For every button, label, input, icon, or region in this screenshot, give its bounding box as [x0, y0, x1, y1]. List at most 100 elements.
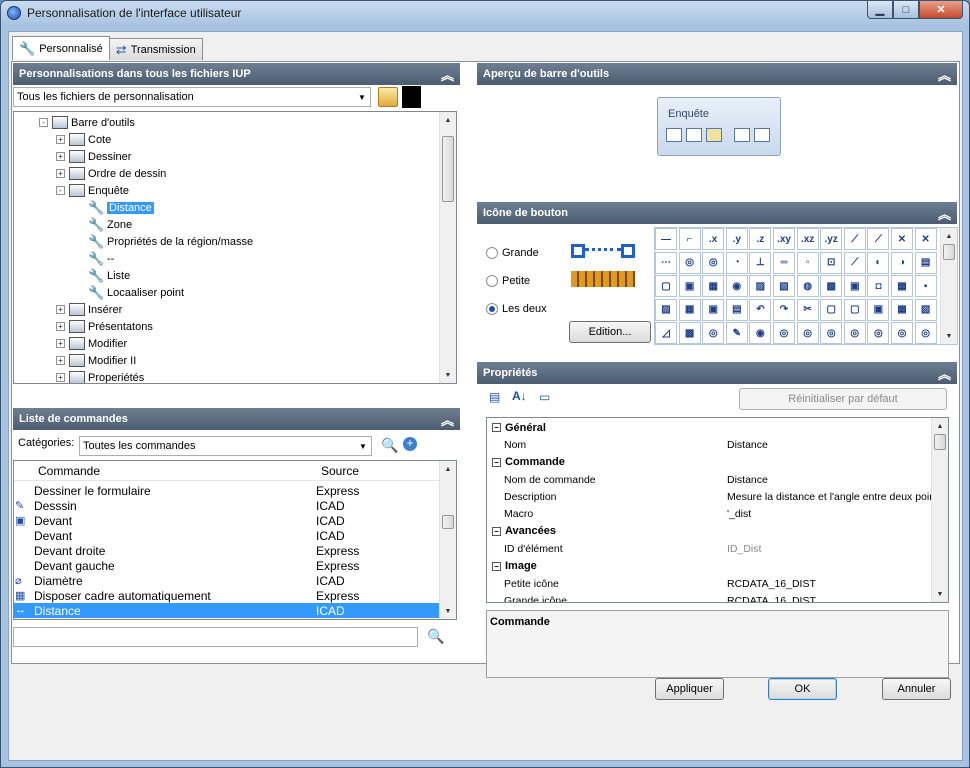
toolbar-icon[interactable]: ▫ — [796, 251, 819, 274]
toolbar-icon[interactable]: ◎ — [702, 322, 725, 344]
tree-item[interactable]: + Modifier — [56, 335, 127, 352]
toolbar-icon[interactable]: ◎ — [678, 251, 701, 274]
coordinate-filter-icon[interactable]: .x — [702, 228, 725, 250]
radio-both[interactable]: Les deux — [486, 303, 547, 315]
scroll-up-icon[interactable]: ▲ — [440, 112, 456, 128]
coordinate-filter-icon[interactable]: .xy — [773, 228, 795, 250]
categorized-view-icon[interactable]: ▤ — [489, 390, 500, 404]
properties-header[interactable]: Propriétés ︽ — [477, 362, 957, 384]
scroll-thumb[interactable] — [943, 244, 955, 260]
toolbar-icon[interactable]: ▩ — [820, 275, 843, 298]
property-grid-scrollbar[interactable]: ▲ ▼ — [931, 418, 948, 602]
collapse-chevron-icon[interactable]: ︽ — [441, 65, 454, 84]
scroll-up-icon[interactable]: ▲ — [941, 228, 957, 244]
toolbar-icon[interactable]: ▧ — [914, 298, 937, 321]
collapse-icon[interactable]: - — [39, 118, 48, 127]
scroll-up-icon[interactable]: ▲ — [440, 461, 456, 477]
command-row[interactable]: ✎ Desssin ICAD — [14, 498, 442, 513]
categories-combo[interactable]: Toutes les commandes ▼ — [79, 436, 372, 456]
toolbar-icon[interactable]: ↶ — [749, 298, 772, 321]
collapse-icon[interactable]: - — [56, 186, 65, 195]
property-value[interactable]: Mesure la distance et l'angle entre deux… — [727, 491, 938, 503]
line-icon[interactable]: — — [655, 228, 677, 250]
tab-personnalise[interactable]: 🔧 Personnalisé — [12, 36, 110, 60]
tree-item[interactable]: + Cote — [56, 131, 111, 148]
search-icon[interactable]: 🔍 — [427, 628, 444, 645]
tree-item[interactable]: + Properiétés — [56, 369, 144, 383]
mass-properties-icon[interactable] — [706, 128, 722, 142]
radio-dot[interactable] — [486, 275, 498, 287]
ok-button[interactable]: OK — [768, 678, 837, 700]
locate-point-icon[interactable] — [754, 128, 770, 142]
area-icon[interactable] — [686, 128, 702, 142]
draw-icon[interactable]: ⟋ — [843, 228, 866, 250]
collapse-icon[interactable]: − — [492, 423, 501, 432]
toolbar-icon[interactable]: ◎ — [867, 322, 890, 344]
expand-icon[interactable]: + — [56, 356, 65, 365]
toolbar-icon[interactable]: ◎ — [796, 322, 819, 344]
scroll-thumb[interactable] — [442, 515, 454, 529]
radio-dot[interactable] — [486, 247, 498, 259]
toolbar-icon[interactable]: ◐ — [867, 251, 890, 274]
icon-grid-scrollbar[interactable]: ▲ ▼ — [940, 228, 957, 344]
ray-icon[interactable]: ⌐ — [678, 228, 701, 250]
scroll-thumb[interactable] — [442, 136, 454, 202]
toolbar-icon[interactable]: ▢ — [655, 275, 677, 298]
command-row[interactable]: ▣ Devant ICAD — [14, 513, 442, 528]
toolbar-icon[interactable]: ▦ — [702, 275, 725, 298]
toolbar-icon[interactable]: ◍ — [796, 275, 819, 298]
polyline-icon[interactable]: ⟋ — [867, 228, 890, 250]
tree-item[interactable]: 🔧 Distance — [88, 199, 154, 216]
command-list-scrollbar[interactable]: ▲ ▼ — [439, 461, 456, 619]
scroll-down-icon[interactable]: ▼ — [932, 586, 948, 602]
tab-transmission[interactable]: ⇄ Transmission — [108, 38, 203, 60]
tree-item[interactable]: + Présentatons — [56, 318, 153, 335]
expand-icon[interactable]: + — [56, 305, 65, 314]
customization-file-combo[interactable]: Tous les fichiers de personnalisation ▼ — [13, 87, 371, 107]
apply-button[interactable]: Appliquer — [655, 678, 724, 700]
tree-item[interactable]: 🔧 Liste — [88, 267, 130, 284]
toolbar-icon[interactable]: ▤ — [725, 298, 748, 321]
button-icon-header[interactable]: Icône de bouton ︽ — [477, 202, 957, 224]
property-value[interactable]: RCDATA_16_DIST — [727, 578, 816, 590]
collapse-chevron-icon[interactable]: ︽ — [938, 204, 951, 223]
add-command-icon[interactable]: + — [403, 437, 417, 451]
command-row[interactable]: ↔ Distance ICAD — [14, 603, 442, 618]
toolbar-icon[interactable]: ◑ — [891, 251, 913, 274]
scroll-up-icon[interactable]: ▲ — [932, 418, 948, 434]
search-icon[interactable]: 🔍 — [381, 437, 398, 454]
toolbar-icon[interactable]: ▨ — [749, 275, 772, 298]
property-row[interactable]: ID d'élément ID_Dist — [488, 540, 930, 557]
toolbar-icon[interactable]: ═ — [773, 251, 795, 274]
column-header-source[interactable]: Source — [321, 464, 359, 478]
property-row[interactable]: Macro '_dist — [488, 506, 930, 523]
toolbar-preview-header[interactable]: Aperçu de barre d'outils ︽ — [477, 63, 957, 85]
chevron-down-icon[interactable]: ▼ — [354, 88, 370, 106]
sort-alpha-icon[interactable]: A↓ — [512, 389, 527, 403]
collapse-chevron-icon[interactable]: ︽ — [441, 410, 454, 429]
command-list[interactable]: Commande Source Dessiner le formulaire Ex… — [13, 460, 457, 620]
collapse-icon[interactable]: − — [492, 526, 501, 536]
property-value[interactable]: ID_Dist — [727, 543, 761, 555]
property-section[interactable]: − Général — [488, 419, 930, 436]
toolbar-icon[interactable]: ✎ — [725, 322, 748, 344]
command-row[interactable]: ▦ Disposer cadre automatiquement Express — [14, 588, 442, 603]
coordinate-filter-icon[interactable]: .z — [749, 228, 772, 250]
radio-small[interactable]: Petite — [486, 275, 530, 287]
toolbar-icon[interactable]: ◿ — [655, 322, 677, 344]
toolbar-icon[interactable]: ◎ — [914, 322, 937, 344]
toolbar-icon[interactable]: ◎ — [702, 251, 725, 274]
command-row[interactable]: Dessiner le formulaire Express — [14, 483, 442, 498]
tree-item[interactable]: - Enquête — [56, 182, 129, 199]
toolbar-icon[interactable]: ⟋ — [843, 251, 866, 274]
property-section[interactable]: − Image — [488, 557, 930, 575]
toolbar-icon[interactable]: ◔ — [725, 251, 748, 274]
open-folder-icon[interactable] — [378, 87, 398, 107]
command-search-input[interactable] — [13, 627, 418, 647]
collapse-chevron-icon[interactable]: ︽ — [938, 65, 951, 84]
toolbar-icon[interactable]: ▣ — [867, 298, 890, 321]
tree-item[interactable]: + Ordre de dessin — [56, 165, 166, 182]
toolbar-icon[interactable]: ▪ — [914, 275, 937, 298]
property-row[interactable]: Petite icône RCDATA_16_DIST — [488, 575, 930, 592]
chevron-down-icon[interactable]: ▼ — [355, 437, 371, 455]
